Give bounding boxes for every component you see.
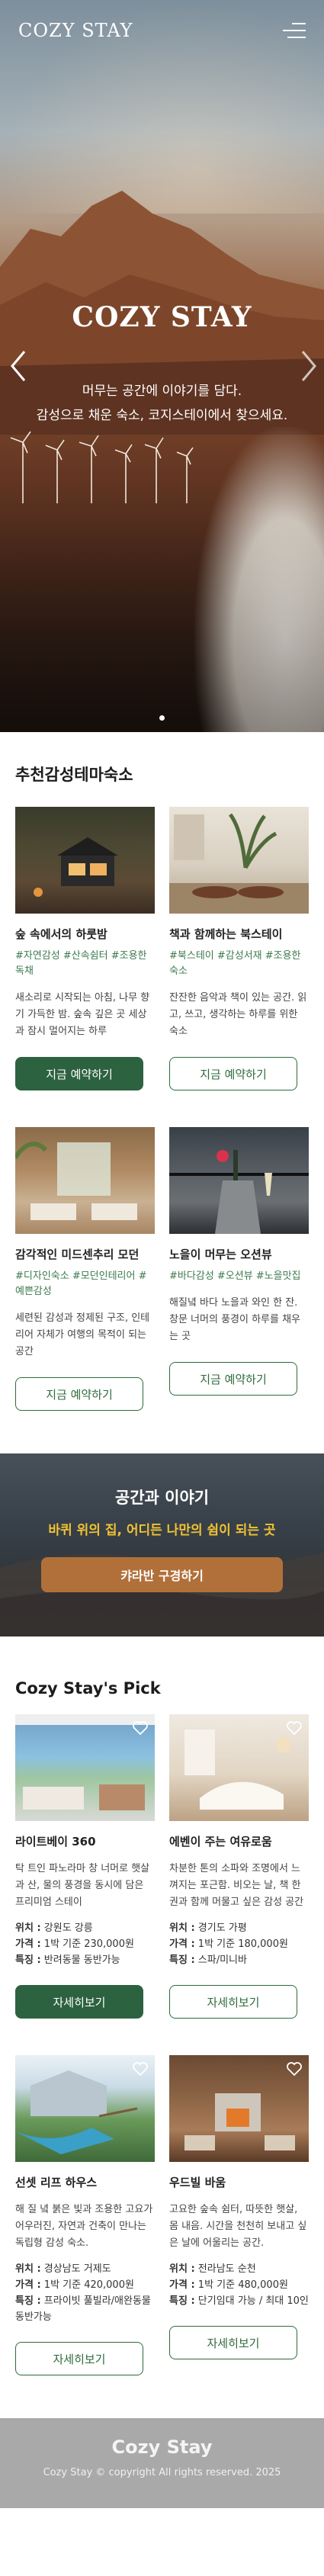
heart-icon[interactable] bbox=[132, 2061, 149, 2077]
pick-card[interactable]: 라이트베이 360 탁 트인 파노라마 창 너머로 햇살과 산, 물의 풍경을 … bbox=[15, 1714, 155, 2019]
chevron-left-icon[interactable] bbox=[8, 347, 30, 385]
stay-tags: #디자인숙소 #모던인테리어 #예쁜감성 bbox=[15, 1270, 147, 1297]
slider-pagination bbox=[0, 715, 324, 721]
stay-feature: 반려동물 동반가능 bbox=[43, 1954, 120, 1966]
stay-location: 전라남도 순천 bbox=[197, 2263, 256, 2275]
stay-tags: #바다감성 #오션뷰 #노을맛집 bbox=[169, 1270, 301, 1282]
stay-feature: 단기임대 가능 / 최대 10인 bbox=[197, 2295, 309, 2307]
stay-feature: 스파/미니바 bbox=[197, 1954, 247, 1966]
book-stay-image bbox=[169, 807, 309, 914]
stay-card[interactable]: 감각적인 미드센추리 모던 #디자인숙소 #모던인테리어 #예쁜감성 세련된 감… bbox=[15, 1127, 155, 1411]
section-title: Cozy Stay's Pick bbox=[15, 1679, 161, 1698]
stay-price: 1박 기준 480,000원 bbox=[197, 2279, 288, 2291]
detail-button[interactable]: 자세히보기 bbox=[15, 2342, 143, 2375]
pick-card[interactable]: 우드빌 바움 고요한 숲속 쉼터, 따뜻한 햇살, 몸 내음. 시간을 천천히 … bbox=[169, 2055, 309, 2375]
sunset-house-image bbox=[15, 2055, 155, 2162]
stay-description: 탁 트인 파노라마 창 너머로 햇살과 산, 물의 풍경을 동시에 담은 프리미… bbox=[15, 1863, 150, 1908]
caravan-banner: 공간과 이야기 바퀴 위의 집, 어디든 나만의 쉼이 되는 곳 캬라반 구경하… bbox=[0, 1453, 324, 1636]
stay-description: 세련된 감성과 정제된 구조, 인테리어 자체가 여행의 목적이 되는 공간 bbox=[15, 1312, 150, 1357]
stay-name: 우드빌 바움 bbox=[169, 2176, 226, 2189]
stay-location: 강원도 강릉 bbox=[43, 1922, 93, 1934]
stay-description: 차분한 톤의 소파와 조명에서 느껴지는 포근함. 비오는 날, 책 한 권과 … bbox=[169, 1863, 304, 1908]
heart-icon[interactable] bbox=[132, 1720, 149, 1736]
stay-description: 해 질 녘 붉은 빛과 조용한 고요가 어우러진, 자연과 건축이 만나는 독립… bbox=[15, 2204, 153, 2249]
book-now-button[interactable]: 지금 예약하기 bbox=[15, 1377, 143, 1411]
heart-icon[interactable] bbox=[286, 1720, 303, 1736]
stay-name: 책과 함께하는 북스테이 bbox=[169, 927, 283, 941]
stay-tags: #북스테이 #감성서재 #조용한숙소 bbox=[169, 950, 301, 977]
recommended-grid: 숲 속에서의 하룻밤 #자연감성 #산속쉼터 #조용한 독채 새소리로 시작되는… bbox=[0, 807, 324, 1447]
stay-name: 감각적인 미드센추리 모던 bbox=[15, 1248, 140, 1261]
pick-card[interactable]: 에벤이 주는 여유로움 차분한 톤의 소파와 조명에서 느껴지는 포근함. 비오… bbox=[169, 1714, 309, 2019]
lightbay-image bbox=[15, 1714, 155, 1821]
forest-cabin-image bbox=[15, 807, 155, 914]
book-now-button[interactable]: 지금 예약하기 bbox=[15, 1057, 143, 1090]
heart-icon[interactable] bbox=[286, 2061, 303, 2077]
hero-slider: COZY STAY COZY STAY 머무는 공간에 이야기를 담다. 감성으… bbox=[0, 0, 324, 732]
pick-grid: 라이트베이 360 탁 트인 파노라마 창 너머로 햇살과 산, 물의 풍경을 … bbox=[0, 1714, 324, 2412]
detail-button[interactable]: 자세히보기 bbox=[169, 1985, 297, 2019]
stay-price: 1박 기준 180,000원 bbox=[197, 1938, 288, 1950]
stay-description: 잔잔한 음악과 책이 있는 공간. 읽고, 쓰고, 생각하는 하루를 위한 숙소 bbox=[169, 992, 307, 1037]
detail-button[interactable]: 자세히보기 bbox=[15, 1985, 143, 2019]
slider-dot-active[interactable] bbox=[159, 715, 165, 721]
ocean-view-image bbox=[169, 1127, 309, 1234]
site-footer: Cozy Stay Cozy Stay © copyright All righ… bbox=[0, 2418, 324, 2508]
section-title: 추천감성테마숙소 bbox=[15, 766, 133, 784]
stay-card[interactable]: 숲 속에서의 하룻밤 #자연감성 #산속쉼터 #조용한 독채 새소리로 시작되는… bbox=[15, 807, 155, 1090]
woodville-image bbox=[169, 2055, 309, 2162]
hero-subtitle: 머무는 공간에 이야기를 담다. 감성으로 채운 숙소, 코지스테이에서 찾으세… bbox=[36, 384, 288, 423]
hamburger-menu-icon[interactable] bbox=[283, 21, 306, 40]
recommended-section: 추천감성테마숙소 숲 속에서의 하룻밤 #자연감성 #산속쉼터 #조용한 독채 … bbox=[0, 732, 324, 1447]
midcentury-room-image bbox=[15, 1127, 155, 1234]
stay-name: 에벤이 주는 여유로움 bbox=[169, 1835, 272, 1848]
stay-description: 해질녘 바다 노을과 와인 한 잔. 창문 너머의 풍경이 하루를 채우는 곳 bbox=[169, 1297, 301, 1342]
stay-info: 위치 : 강원도 강릉 가격 : 1박 기준 230,000원 특징 : 반려동… bbox=[15, 1922, 134, 1966]
chevron-right-icon[interactable] bbox=[297, 347, 319, 385]
stay-name: 선셋 리프 하우스 bbox=[15, 2176, 98, 2189]
hero-title: COZY STAY bbox=[72, 301, 252, 333]
stay-tags: #자연감성 #산속쉼터 #조용한 독채 bbox=[15, 950, 147, 977]
stay-location: 경기도 가평 bbox=[197, 1922, 247, 1934]
footer-logo: Cozy Stay bbox=[111, 2436, 213, 2458]
stay-price: 1박 기준 230,000원 bbox=[43, 1938, 134, 1950]
stay-info: 위치 : 경상남도 거제도 가격 : 1박 기준 420,000원 특징 : 프… bbox=[15, 2263, 151, 2323]
book-now-button[interactable]: 지금 예약하기 bbox=[169, 1057, 297, 1090]
caravan-view-button[interactable]: 캬라반 구경하기 bbox=[41, 1557, 283, 1592]
stay-name: 숲 속에서의 하룻밤 bbox=[15, 927, 107, 941]
stay-info: 위치 : 경기도 가평 가격 : 1박 기준 180,000원 특징 : 스파/… bbox=[169, 1922, 288, 1966]
book-now-button[interactable]: 지금 예약하기 bbox=[169, 1362, 297, 1396]
banner-subtitle: 바퀴 위의 집, 어디든 나만의 쉼이 되는 곳 bbox=[48, 1523, 276, 1538]
stay-name: 라이트베이 360 bbox=[15, 1835, 96, 1848]
stay-description: 새소리로 시작되는 아침, 나무 향기 가득한 밤. 숲속 깊은 곳 세상과 잠… bbox=[15, 992, 150, 1037]
pick-card[interactable]: 선셋 리프 하우스 해 질 녘 붉은 빛과 조용한 고요가 어우러진, 자연과 … bbox=[15, 2055, 155, 2375]
stay-card[interactable]: 책과 함께하는 북스테이 #북스테이 #감성서재 #조용한숙소 잔잔한 음악과 … bbox=[169, 807, 309, 1090]
site-logo[interactable]: COZY STAY bbox=[18, 20, 133, 41]
stay-location: 경상남도 거제도 bbox=[43, 2263, 111, 2275]
stay-info: 위치 : 전라남도 순천 가격 : 1박 기준 480,000원 특징 : 단기… bbox=[169, 2263, 309, 2307]
stay-card[interactable]: 노을이 머무는 오션뷰 #바다감성 #오션뷰 #노을맛집 해질녘 바다 노을과 … bbox=[169, 1127, 309, 1411]
stay-description: 고요한 숲속 쉼터, 따뜻한 햇살, 몸 내음. 시간을 천천히 보내고 싶은 … bbox=[169, 2204, 307, 2249]
stay-name: 노을이 머무는 오션뷰 bbox=[169, 1248, 272, 1261]
pick-section: Cozy Stay's Pick 라이트베이 360 탁 트인 파노라마 창 너… bbox=[0, 1636, 324, 2412]
banner-title: 공간과 이야기 bbox=[114, 1489, 210, 1507]
copyright-text: Cozy Stay © copyright All rights reserve… bbox=[43, 2467, 281, 2478]
top-navigation: COZY STAY bbox=[0, 0, 324, 61]
stay-price: 1박 기준 420,000원 bbox=[43, 2279, 134, 2291]
cozy-room-image bbox=[169, 1714, 309, 1821]
detail-button[interactable]: 자세히보기 bbox=[169, 2326, 297, 2359]
